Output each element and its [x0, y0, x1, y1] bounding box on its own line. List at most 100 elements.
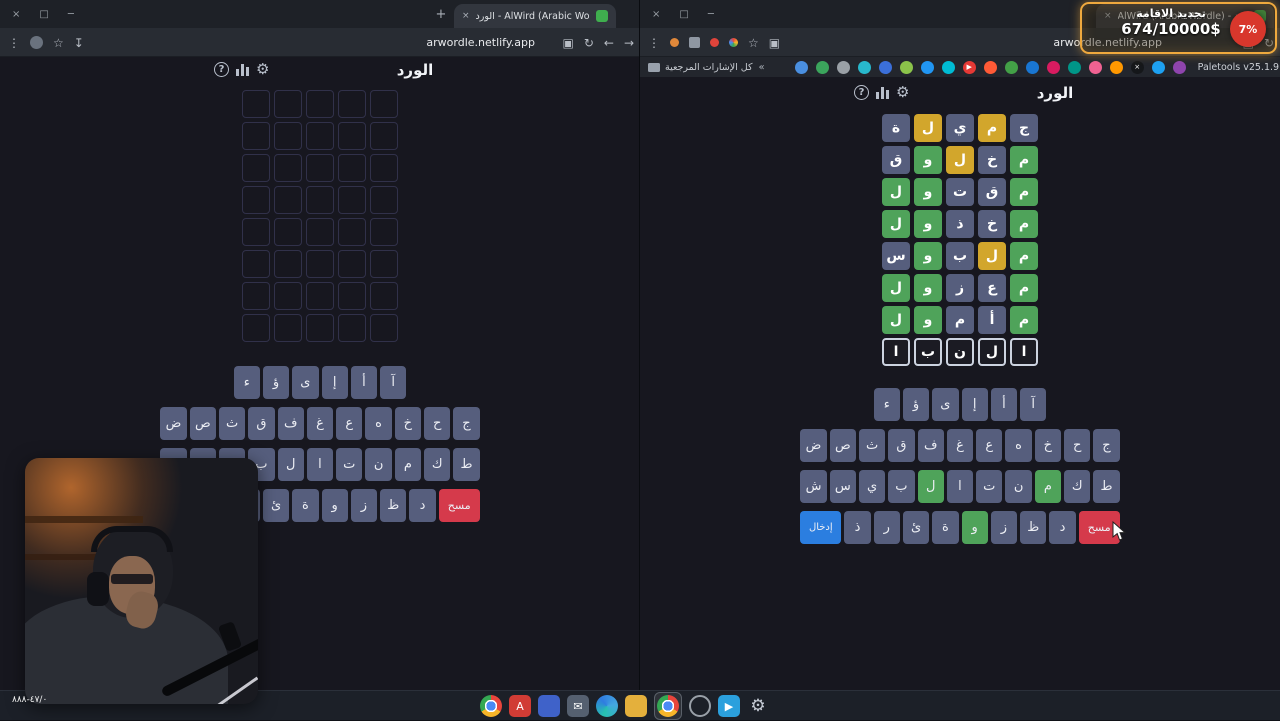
letter-key[interactable]: ي: [858, 470, 886, 503]
bookmark-favicon[interactable]: [983, 60, 997, 74]
letter-key[interactable]: ظ: [380, 489, 407, 522]
letter-key[interactable]: د: [1049, 511, 1076, 544]
bookmark-favicon[interactable]: [899, 60, 913, 74]
letter-key[interactable]: ع: [336, 407, 363, 440]
bookmark-favicon[interactable]: [941, 60, 955, 74]
letter-key[interactable]: ص: [189, 407, 216, 440]
bookmark-favicon[interactable]: [1046, 60, 1060, 74]
settings-taskbar-icon[interactable]: ⚙: [747, 695, 769, 717]
letter-key[interactable]: ل: [277, 448, 304, 481]
kebab-menu-icon[interactable]: ⋮: [648, 36, 660, 50]
letter-key[interactable]: آ: [380, 366, 407, 399]
letter-key[interactable]: ث: [858, 429, 886, 462]
letter-key[interactable]: أ: [990, 388, 1018, 421]
chrome-active-taskbar-icon[interactable]: [657, 695, 679, 717]
bookmark-paletools[interactable]: Paletools v25.1.9: [1198, 62, 1279, 73]
letter-key[interactable]: و: [321, 489, 348, 522]
letter-key[interactable]: د: [409, 489, 436, 522]
folder-taskbar-icon[interactable]: [625, 695, 647, 717]
letter-key[interactable]: ث: [218, 407, 246, 440]
reload-icon[interactable]: ↻: [584, 36, 594, 50]
letter-key[interactable]: ى: [932, 388, 959, 421]
letter-key[interactable]: ط: [1093, 470, 1120, 503]
letter-key[interactable]: ء: [233, 366, 260, 399]
colorwheel-extension-icon[interactable]: [729, 38, 738, 47]
url-bar[interactable]: arwordle.netlify.app: [426, 28, 535, 57]
letter-key[interactable]: ج: [453, 407, 480, 440]
letter-key[interactable]: ض: [800, 429, 827, 462]
maximize-window-icon[interactable]: □: [39, 9, 48, 20]
letter-key[interactable]: ع: [976, 429, 1003, 462]
bookmark-favicon[interactable]: [815, 60, 829, 74]
letter-key[interactable]: ت: [976, 470, 1003, 503]
bookmark-favicon[interactable]: [857, 60, 871, 74]
letter-key[interactable]: ت: [336, 448, 363, 481]
letter-key[interactable]: غ: [306, 407, 334, 440]
letter-key[interactable]: ب: [888, 470, 915, 503]
bookmark-favicon[interactable]: [836, 60, 850, 74]
chrome-taskbar-icon[interactable]: [480, 695, 502, 717]
letter-key[interactable]: أ: [350, 366, 378, 399]
new-tab-button[interactable]: +: [432, 5, 450, 23]
bookmarks-overflow-icon[interactable]: «: [759, 62, 765, 73]
letter-key[interactable]: ص: [829, 429, 856, 462]
minimize-window-icon[interactable]: ─: [68, 9, 74, 20]
gear-icon[interactable]: ⚙: [896, 85, 909, 100]
gear-icon[interactable]: ⚙: [256, 62, 269, 77]
letter-key[interactable]: م: [1034, 470, 1062, 503]
windows-start-taskbar-icon[interactable]: [776, 695, 798, 717]
bookmark-favicon[interactable]: [794, 60, 808, 74]
letter-key[interactable]: ذ: [844, 511, 871, 544]
red-extension-icon[interactable]: [710, 38, 719, 47]
enter-key[interactable]: إدخال: [800, 511, 842, 544]
kebab-menu-icon[interactable]: ⋮: [8, 36, 20, 50]
letter-key[interactable]: ز: [990, 511, 1018, 544]
letter-key[interactable]: آ: [1020, 388, 1047, 421]
bookmark-favicon[interactable]: ▶: [962, 60, 976, 74]
bookmark-favicon[interactable]: [1151, 60, 1165, 74]
bookmarks-folder-icon[interactable]: [648, 62, 660, 72]
forward-icon[interactable]: ←: [604, 36, 614, 50]
letter-key[interactable]: ؤ: [902, 388, 930, 421]
letter-key[interactable]: ى: [292, 366, 319, 399]
letter-key[interactable]: ن: [1005, 470, 1032, 503]
letter-key[interactable]: ح: [424, 407, 451, 440]
help-icon[interactable]: ?: [854, 85, 869, 100]
sidebar-icon[interactable]: ▣: [562, 36, 573, 50]
letter-key[interactable]: ا: [306, 448, 334, 481]
red-a-app-taskbar-icon[interactable]: A: [509, 695, 531, 717]
download-icon[interactable]: ↧: [74, 36, 84, 50]
letter-key[interactable]: ا: [946, 470, 974, 503]
letter-key[interactable]: ش: [800, 470, 827, 503]
back-icon[interactable]: →: [624, 36, 634, 50]
letter-key[interactable]: م: [394, 448, 422, 481]
letter-key[interactable]: س: [829, 470, 856, 503]
telegram-taskbar-icon[interactable]: ▶: [718, 695, 740, 717]
letter-key[interactable]: ر: [873, 511, 900, 544]
close-window-icon[interactable]: ×: [12, 9, 20, 20]
letter-key[interactable]: ظ: [1020, 511, 1047, 544]
bookmark-favicon[interactable]: ×: [1130, 60, 1144, 74]
stats-icon[interactable]: [236, 63, 249, 76]
bookmark-star-icon[interactable]: ☆: [748, 36, 759, 50]
letter-key[interactable]: غ: [946, 429, 974, 462]
letter-key[interactable]: ة: [292, 489, 319, 522]
blue-app-taskbar-icon[interactable]: [538, 695, 560, 717]
letter-key[interactable]: ئ: [262, 489, 290, 522]
close-window-icon[interactable]: ×: [652, 9, 660, 20]
letter-key[interactable]: إ: [321, 366, 348, 399]
letter-key[interactable]: ف: [917, 429, 944, 462]
bookmark-favicon[interactable]: [1172, 60, 1186, 74]
bookmark-star-icon[interactable]: ☆: [53, 36, 64, 50]
letter-key[interactable]: ك: [1064, 470, 1091, 503]
letter-key[interactable]: ض: [160, 407, 187, 440]
bookmark-favicon[interactable]: [1109, 60, 1123, 74]
letter-key[interactable]: ج: [1093, 429, 1120, 462]
all-bookmarks-label[interactable]: كل الإشارات المرجعية: [665, 62, 753, 73]
bookmark-favicon[interactable]: [920, 60, 934, 74]
bookmark-favicon[interactable]: [1088, 60, 1102, 74]
letter-key[interactable]: إ: [961, 388, 988, 421]
letter-key[interactable]: ز: [350, 489, 378, 522]
letter-key[interactable]: ك: [424, 448, 451, 481]
ring-app-taskbar-icon[interactable]: [689, 695, 711, 717]
